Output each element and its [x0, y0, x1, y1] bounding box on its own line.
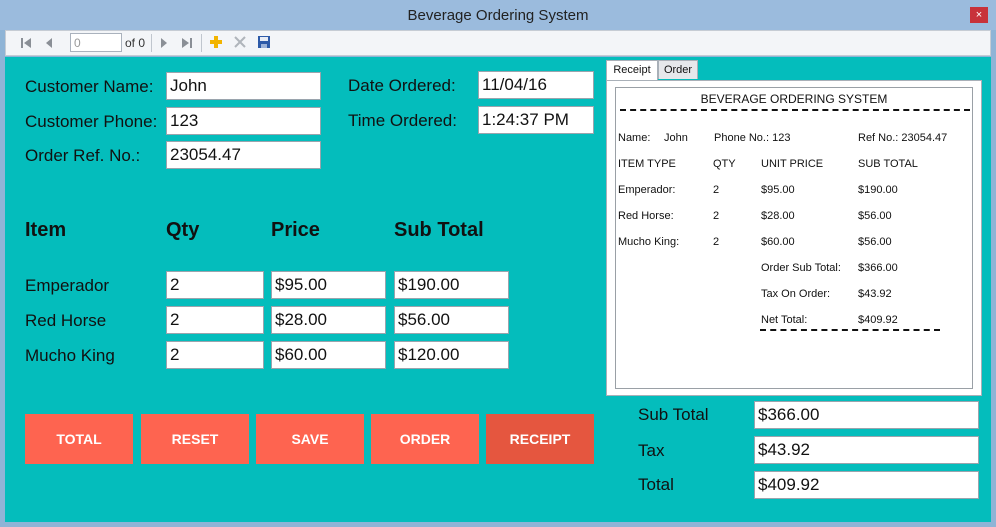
receipt-tax-value: $43.92 — [858, 288, 892, 300]
toolbar-separator — [201, 34, 202, 52]
tab-receipt[interactable]: Receipt — [606, 60, 658, 81]
item-subtotal-field[interactable]: $120.00 — [394, 341, 509, 369]
receipt-name-label: Name: — [618, 132, 651, 144]
item-qty-field[interactable]: 2 — [166, 341, 264, 369]
item-subtotal-field[interactable]: $56.00 — [394, 306, 509, 334]
move-previous-icon[interactable] — [44, 37, 54, 49]
date-ordered-label: Date Ordered: — [348, 76, 456, 95]
qty-header: Qty — [166, 219, 200, 241]
add-new-icon[interactable] — [209, 35, 223, 49]
receipt-tab-panel: BEVERAGE ORDERING SYSTEM Name: John Phon… — [606, 80, 982, 396]
toolbar-separator — [151, 34, 152, 52]
receipt-row-qty: 2 — [713, 210, 720, 222]
receipt-row-price: $60.00 — [761, 236, 795, 248]
tax-label: Tax — [638, 441, 665, 460]
item-header: Item — [25, 219, 67, 241]
item-qty-field[interactable]: 2 — [166, 306, 264, 334]
receipt-net-divider — [760, 329, 940, 331]
total-button[interactable]: TOTAL — [25, 414, 133, 464]
total-label: Total — [638, 475, 674, 494]
receipt-col-item: ITEM TYPE — [618, 158, 676, 170]
receipt-row-sub: $190.00 — [858, 184, 898, 196]
customer-phone-label: Customer Phone: — [25, 112, 158, 131]
receipt-net-value: $409.92 — [858, 314, 898, 326]
order-ref-label: Order Ref. No.: — [25, 146, 141, 165]
tax-field[interactable]: $43.92 — [754, 436, 979, 464]
delete-icon[interactable] — [234, 36, 246, 48]
form-client-area: Customer Name: John Customer Phone: 123 … — [5, 57, 991, 522]
subtotal-header: Sub Total — [394, 219, 484, 241]
receipt-textbox[interactable]: BEVERAGE ORDERING SYSTEM Name: John Phon… — [615, 87, 973, 389]
order-ref-field[interactable]: 23054.47 — [166, 141, 321, 169]
title-bar: Beverage Ordering System × — [0, 0, 996, 30]
item-qty-field[interactable]: 2 — [166, 271, 264, 299]
receipt-button[interactable]: RECEIPT — [486, 414, 594, 464]
window-title: Beverage Ordering System — [407, 7, 589, 24]
receipt-row-qty: 2 — [713, 184, 720, 196]
count-label: of 0 — [125, 36, 146, 50]
move-last-icon[interactable] — [181, 37, 193, 49]
customer-name-field[interactable]: John — [166, 72, 321, 100]
receipt-divider — [620, 109, 970, 111]
item-price-field[interactable]: $60.00 — [271, 341, 386, 369]
time-ordered-label: Time Ordered: — [348, 111, 457, 130]
receipt-order-sub-value: $366.00 — [858, 262, 898, 274]
price-header: Price — [271, 219, 320, 241]
sub-total-field[interactable]: $366.00 — [754, 401, 979, 429]
tab-control: Receipt Order BEVERAGE ORDERING SYSTEM N… — [606, 60, 982, 396]
date-ordered-field[interactable]: 11/04/16 — [478, 71, 594, 99]
position-input[interactable] — [70, 33, 122, 52]
move-next-icon[interactable] — [159, 37, 169, 49]
save-button[interactable]: SAVE — [256, 414, 364, 464]
item-subtotal-field[interactable]: $190.00 — [394, 271, 509, 299]
receipt-row-sub: $56.00 — [858, 236, 892, 248]
receipt-row-qty: 2 — [713, 236, 720, 248]
total-field[interactable]: $409.92 — [754, 471, 979, 499]
reset-button[interactable]: RESET — [141, 414, 249, 464]
sub-total-label: Sub Total — [638, 405, 709, 424]
close-button[interactable]: × — [970, 7, 988, 23]
receipt-row-item: Red Horse: — [618, 210, 674, 222]
binding-navigator: of 0 — [5, 30, 991, 56]
receipt-row-price: $95.00 — [761, 184, 795, 196]
customer-name-label: Customer Name: — [25, 77, 154, 96]
receipt-ref: Ref No.: 23054.47 — [858, 132, 948, 144]
receipt-col-qty: QTY — [713, 158, 736, 170]
item-name-mucho-king: Mucho King — [25, 346, 115, 365]
receipt-col-price: UNIT PRICE — [761, 158, 824, 170]
tab-order[interactable]: Order — [658, 60, 698, 79]
item-name-red-horse: Red Horse — [25, 311, 107, 330]
move-first-icon[interactable] — [20, 37, 32, 49]
save-icon[interactable] — [257, 35, 271, 49]
receipt-row-item: Mucho King: — [618, 236, 680, 248]
receipt-row-item: Emperador: — [618, 184, 676, 196]
receipt-tax-label: Tax On Order: — [761, 288, 831, 300]
receipt-row-price: $28.00 — [761, 210, 795, 222]
receipt-name-value: John — [664, 132, 688, 144]
receipt-row-sub: $56.00 — [858, 210, 892, 222]
item-price-field[interactable]: $95.00 — [271, 271, 386, 299]
receipt-col-sub: SUB TOTAL — [858, 158, 918, 170]
time-ordered-field[interactable]: 1:24:37 PM — [478, 106, 594, 134]
item-name-emperador: Emperador — [25, 276, 110, 295]
receipt-phone: Phone No.: 123 — [714, 132, 791, 144]
receipt-title: BEVERAGE ORDERING SYSTEM — [700, 92, 888, 106]
receipt-net-label: Net Total: — [761, 314, 808, 326]
customer-phone-field[interactable]: 123 — [166, 107, 321, 135]
receipt-order-sub-label: Order Sub Total: — [761, 262, 841, 274]
item-price-field[interactable]: $28.00 — [271, 306, 386, 334]
order-button[interactable]: ORDER — [371, 414, 479, 464]
